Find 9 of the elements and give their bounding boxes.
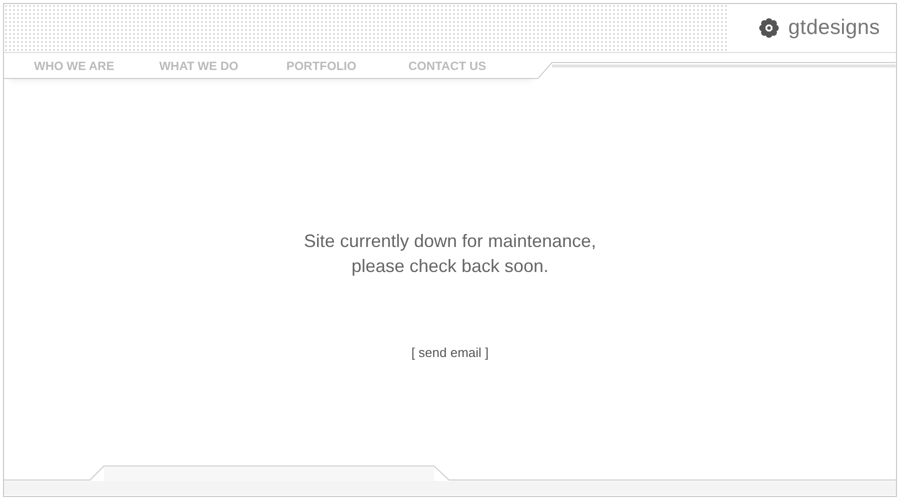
maintenance-message: Site currently down for maintenance,: [304, 230, 596, 253]
nav-link[interactable]: CONTACT US: [408, 56, 486, 74]
maintenance-message: please check back soon.: [350, 255, 550, 278]
nav-link[interactable]: WHAT WE DO: [159, 56, 238, 74]
nav-link[interactable]: WHO WE ARE: [34, 56, 114, 74]
flower-icon: [758, 17, 780, 39]
send-email-link[interactable]: [ send email ]: [411, 327, 489, 362]
logo-text: gtdesigns: [788, 15, 880, 42]
nav-link[interactable]: PORTFOLIO: [286, 56, 356, 74]
